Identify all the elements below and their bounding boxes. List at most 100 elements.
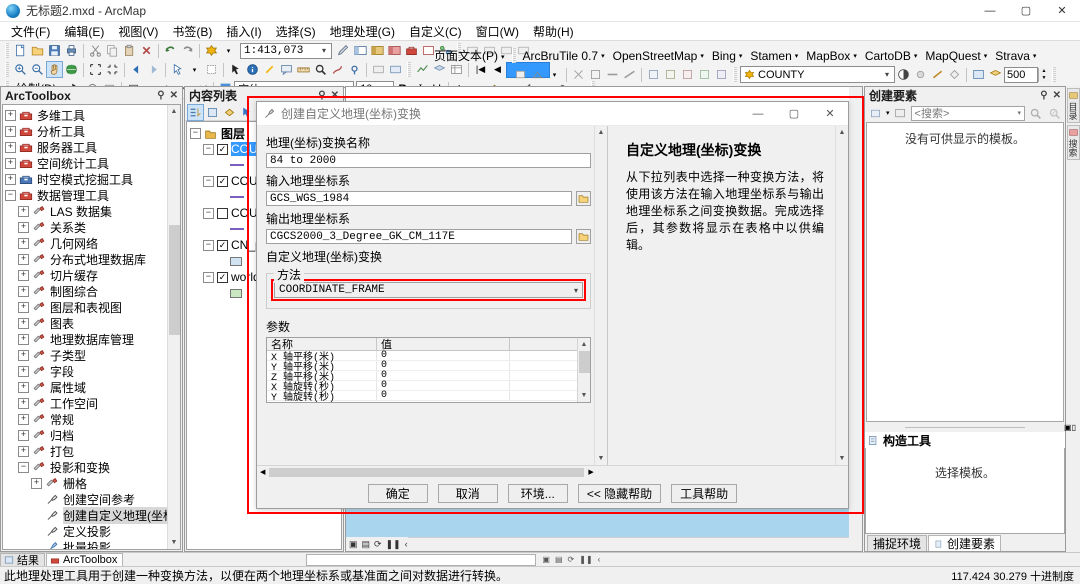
expander-icon[interactable]: − <box>203 239 214 251</box>
new-template-icon[interactable] <box>867 105 884 122</box>
template-list[interactable]: 没有可供显示的模板。 <box>866 122 1064 422</box>
toolbox-item[interactable]: + 图表 <box>5 315 180 331</box>
toolbox-item[interactable]: + 打包 <box>5 443 180 459</box>
basemap-stamen[interactable]: Stamen ▾ <box>746 49 802 63</box>
expander-icon[interactable]: − <box>5 189 16 201</box>
chevron-down-icon[interactable]: ▾ <box>317 46 331 55</box>
editor-tool-f-icon[interactable] <box>662 66 679 83</box>
toolbox-item[interactable]: + 切片缓存 <box>5 267 180 283</box>
editor-tool-c-icon[interactable] <box>604 66 621 83</box>
create-custom-geographic-transformation-dialog[interactable]: 创建自定义地理(坐标)变换 — ▢ ✕ 地理(坐标)变换名称 84 to 200… <box>256 101 849 509</box>
search-dock-tab[interactable]: 搜索 <box>1066 125 1080 160</box>
scroll-up-icon[interactable]: ▲ <box>595 126 607 139</box>
select-dropdown-icon[interactable]: ▾ <box>186 61 203 78</box>
toolbox-item[interactable]: 创建自定义地理(坐标)变换 <box>5 506 180 524</box>
basemap-strava[interactable]: Strava ▾ <box>991 49 1040 63</box>
transformation-name-input[interactable]: 84 to 2000 <box>266 153 591 168</box>
expander-icon[interactable]: + <box>18 445 29 457</box>
toolbox-item[interactable]: − 投影和变换 <box>5 459 180 475</box>
splitter-grip-icon[interactable]: ▣▯ <box>1064 423 1076 432</box>
input-gcs-input[interactable]: GCS_WGS_1984 <box>266 191 572 206</box>
arctoolbox-tree[interactable]: + 多维工具 + 分析工具 + 服务器工具 + 空间统计工具 + 时空模式挖掘工具 − 数据管理工具 +… <box>3 105 180 549</box>
expander-icon[interactable]: + <box>5 109 16 121</box>
layer-visibility-checkbox[interactable]: ✓ <box>217 239 228 251</box>
print-icon[interactable] <box>63 42 80 59</box>
expander-icon[interactable]: + <box>18 269 29 281</box>
toolbox-item[interactable]: − 数据管理工具 <box>5 187 180 203</box>
tab-results[interactable]: 结果 <box>0 553 45 567</box>
dialog-help-scrollbar[interactable]: ▲ ▼ <box>835 126 848 465</box>
toolbox-item[interactable]: 创建空间参考 <box>5 491 180 507</box>
expander-icon[interactable]: + <box>18 349 29 361</box>
toolbar-grip[interactable] <box>733 67 737 82</box>
swipe-icon[interactable] <box>929 66 946 83</box>
dialog-title-bar[interactable]: 创建自定义地理(坐标)变换 — ▢ ✕ <box>257 102 848 126</box>
expander-icon[interactable]: + <box>18 365 29 377</box>
symbol-level-icon[interactable] <box>987 66 1004 83</box>
tool-help-button[interactable]: 工具帮助 <box>671 483 738 503</box>
status-back-icon[interactable]: ‹ <box>598 555 601 564</box>
catalog-window-icon[interactable] <box>369 42 386 59</box>
environments-button[interactable]: 环境... <box>507 483 568 503</box>
close-icon[interactable]: ✕ <box>170 90 178 101</box>
menu-insert[interactable]: 插入(I) <box>219 21 268 42</box>
effects-icon[interactable] <box>912 66 929 83</box>
expander-icon[interactable]: + <box>18 413 29 425</box>
close-icon[interactable]: ✕ <box>1044 0 1080 22</box>
tab-arctoolbox[interactable]: ArcToolbox <box>46 553 124 566</box>
refresh-icon[interactable]: ⟳ <box>374 539 382 550</box>
pin-icon[interactable]: ⚲ <box>318 90 325 101</box>
time-slider-icon[interactable] <box>370 61 387 78</box>
chevron-down-icon[interactable]: ▾ <box>574 286 582 295</box>
tab-snapping-environment[interactable]: 捕捉环境 <box>867 535 928 551</box>
paste-icon[interactable] <box>121 42 138 59</box>
layer-visibility-checkbox[interactable]: ✓ <box>217 143 228 155</box>
menu-file[interactable]: 文件(F) <box>4 21 57 42</box>
open-map-icon[interactable] <box>29 42 46 59</box>
save-icon[interactable] <box>46 42 63 59</box>
cancel-button[interactable]: 取消 <box>437 483 498 503</box>
expander-icon[interactable]: + <box>18 317 29 329</box>
toolbox-item[interactable]: + 几何网络 <box>5 235 180 251</box>
scroll-thumb[interactable] <box>579 351 590 373</box>
copy-icon[interactable] <box>104 42 121 59</box>
expander-icon[interactable]: − <box>203 175 214 187</box>
toolbox-item[interactable]: + 分析工具 <box>5 123 180 139</box>
toolbox-item[interactable]: + 多维工具 <box>5 107 180 123</box>
cut-icon[interactable] <box>87 42 104 59</box>
menu-customize[interactable]: 自定义(C) <box>402 21 469 42</box>
expander-icon[interactable]: + <box>18 429 29 441</box>
delete-icon[interactable] <box>138 42 155 59</box>
expander-icon[interactable]: + <box>18 301 29 313</box>
identify-icon[interactable] <box>244 61 261 78</box>
editor-tool-h-icon[interactable] <box>696 66 713 83</box>
editor-tool-g-icon[interactable] <box>679 66 696 83</box>
hide-help-button[interactable]: << 隐藏帮助 <box>577 483 662 503</box>
layer-visibility-checkbox[interactable]: ✓ <box>217 271 228 283</box>
ref-scale-icon[interactable]: ‹ <box>405 539 408 549</box>
toolbox-item[interactable]: 定义投影 <box>5 523 180 539</box>
find-route-icon[interactable] <box>329 61 346 78</box>
editor-layer-combo[interactable]: COUNTY ▾ <box>740 66 895 83</box>
menu-bookmarks[interactable]: 书签(B) <box>165 21 219 42</box>
toolbox-item[interactable]: + LAS 数据集 <box>5 203 180 219</box>
status-pause-icon[interactable]: ❚❚ <box>579 555 592 564</box>
menu-help[interactable]: 帮助(H) <box>526 21 581 42</box>
editor-tool-e-icon[interactable] <box>645 66 662 83</box>
toolbox-item[interactable]: 批量投影 <box>5 539 180 549</box>
layer-visibility-checkbox[interactable]: ✓ <box>217 175 228 187</box>
image-analysis-icon[interactable] <box>970 66 987 83</box>
expander-icon[interactable]: − <box>190 127 201 139</box>
toolbar-grip[interactable] <box>5 62 9 77</box>
parameter-value[interactable]: 0 <box>377 370 510 381</box>
scroll-left-icon[interactable]: ◀ <box>257 468 268 476</box>
basemap-mapbox[interactable]: MapBox ▾ <box>802 49 861 63</box>
toolbox-item[interactable]: + 栅格 <box>5 475 180 491</box>
measure-icon[interactable] <box>295 61 312 78</box>
toolbox-item[interactable]: + 服务器工具 <box>5 139 180 155</box>
xy-location-icon[interactable] <box>346 61 363 78</box>
editor-tool-b-icon[interactable] <box>587 66 604 83</box>
template-search-input[interactable]: <搜索> ▾ <box>910 105 1025 121</box>
dialog-form-scrollbar[interactable]: ▲ ▼ <box>594 126 607 465</box>
layer-visibility-checkbox[interactable] <box>217 207 228 219</box>
